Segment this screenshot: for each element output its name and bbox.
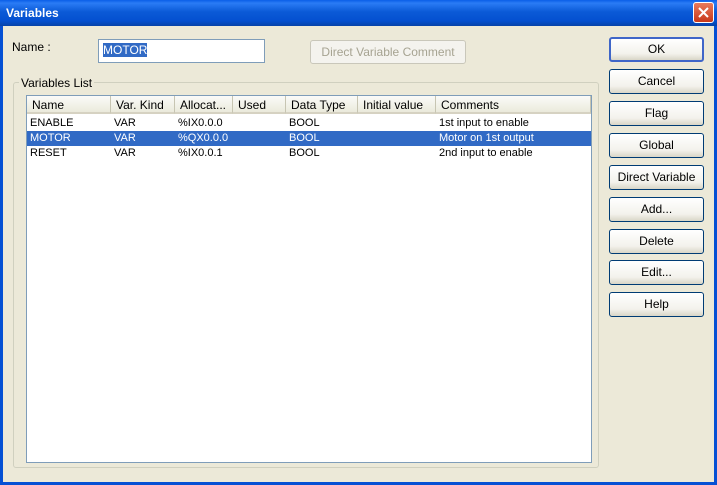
cell-name: MOTOR (30, 132, 71, 144)
add-button[interactable]: Add... (609, 197, 704, 222)
global-button[interactable]: Global (609, 133, 704, 158)
name-value: MOTOR (103, 43, 148, 57)
cell-allocation: %QX0.0.0 (178, 132, 229, 144)
cell-comments: 1st input to enable (439, 117, 529, 129)
cell-comments: Motor on 1st output (439, 132, 534, 144)
cell-var-kind: VAR (114, 132, 136, 144)
title-bar: Variables (0, 0, 717, 26)
cell-allocation: %IX0.0.1 (178, 147, 223, 159)
list-header: Name Var. Kind Allocat... Used Data Type Init… (27, 96, 591, 114)
flag-button[interactable]: Flag (609, 101, 704, 126)
ok-button[interactable]: OK (609, 37, 704, 62)
delete-button[interactable]: Delete (609, 229, 704, 254)
column-header-initial-value[interactable]: Initial value (358, 96, 436, 114)
variables-list[interactable]: Name Var. Kind Allocat... Used Data Type Init… (26, 95, 592, 463)
column-header-name[interactable]: Name (27, 96, 111, 114)
help-button[interactable]: Help (609, 292, 704, 317)
window-title: Variables (6, 6, 59, 20)
table-row[interactable]: RESET VAR %IX0.0.1 BOOL 2nd input to enable (27, 146, 591, 161)
name-label: Name : (12, 40, 51, 54)
variables-list-label: Variables List (19, 76, 95, 90)
cell-data-type: BOOL (289, 132, 320, 144)
close-button[interactable] (693, 2, 714, 23)
cell-data-type: BOOL (289, 147, 320, 159)
cell-var-kind: VAR (114, 147, 136, 159)
cell-name: ENABLE (30, 117, 74, 129)
column-header-used[interactable]: Used (233, 96, 286, 114)
column-header-data-type[interactable]: Data Type (286, 96, 358, 114)
direct-variable-comment-button[interactable]: Direct Variable Comment (310, 40, 466, 64)
close-icon (698, 7, 709, 18)
cell-var-kind: VAR (114, 117, 136, 129)
column-header-comments[interactable]: Comments (436, 96, 591, 114)
cell-comments: 2nd input to enable (439, 147, 533, 159)
column-header-var-kind[interactable]: Var. Kind (111, 96, 175, 114)
cancel-button[interactable]: Cancel (609, 69, 704, 94)
cell-data-type: BOOL (289, 117, 320, 129)
table-row[interactable]: MOTOR VAR %QX0.0.0 BOOL Motor on 1st output (27, 131, 591, 146)
direct-variable-button[interactable]: Direct Variable (609, 165, 704, 190)
column-header-allocation[interactable]: Allocat... (175, 96, 233, 114)
cell-name: RESET (30, 147, 67, 159)
table-row[interactable]: ENABLE VAR %IX0.0.0 BOOL 1st input to enable (27, 116, 591, 131)
name-input[interactable]: MOTOR (98, 39, 265, 63)
edit-button[interactable]: Edit... (609, 260, 704, 285)
cell-allocation: %IX0.0.0 (178, 117, 223, 129)
